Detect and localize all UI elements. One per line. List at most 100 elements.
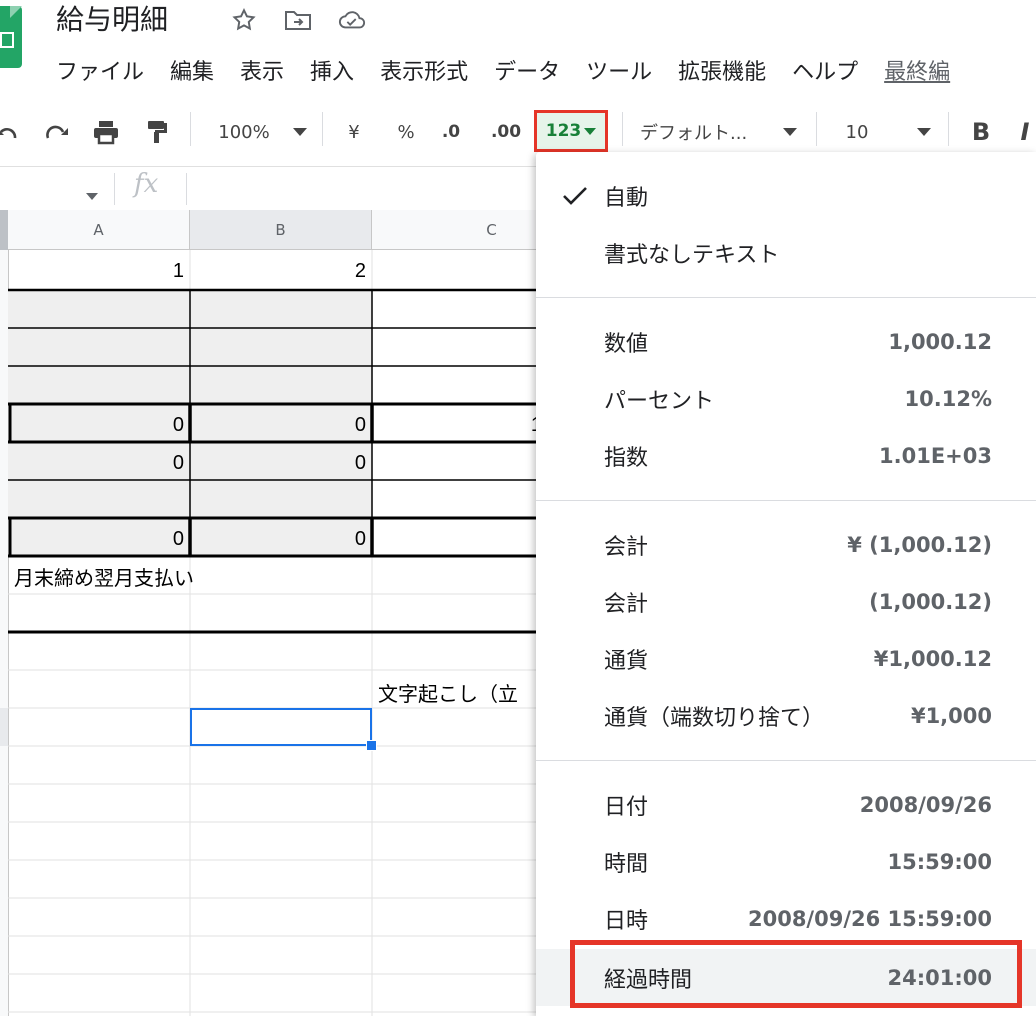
menu-data[interactable]: データ bbox=[494, 54, 560, 86]
menu-help[interactable]: ヘルプ bbox=[792, 54, 858, 86]
formula-input[interactable] bbox=[192, 171, 532, 207]
font-size-select[interactable]: 10 bbox=[842, 110, 872, 154]
sheets-logo-icon[interactable] bbox=[0, 6, 22, 68]
formats-chevron-down-icon bbox=[584, 127, 597, 135]
menu-edit[interactable]: 編集 bbox=[170, 54, 214, 86]
cell-c5[interactable]: 1 bbox=[372, 406, 542, 444]
format-date[interactable]: 日付 2008/09/26 bbox=[536, 776, 1036, 833]
move-folder-icon[interactable] bbox=[284, 6, 312, 34]
menu-view[interactable]: 表示 bbox=[240, 54, 284, 86]
increase-decimal-label: .00 bbox=[490, 122, 522, 142]
format-currency-rounded[interactable]: 通貨（端数切り捨て） ¥1,000 bbox=[536, 687, 1036, 744]
cell-a1[interactable]: 1 bbox=[8, 252, 190, 290]
more-formats-button[interactable]: 123 bbox=[534, 110, 608, 152]
menu-tools[interactable]: ツール bbox=[586, 54, 652, 86]
format-time[interactable]: 時間 15:59:00 bbox=[536, 833, 1036, 890]
cell-b6[interactable]: 0 bbox=[190, 444, 372, 482]
name-box-chevron-down-icon[interactable] bbox=[86, 185, 98, 204]
format-example: 2008/09/26 15:59:00 bbox=[747, 906, 992, 931]
increase-decimal-button[interactable]: .00 bbox=[486, 110, 526, 154]
cell-b5[interactable]: 0 bbox=[190, 406, 372, 444]
format-label: 会計 bbox=[604, 534, 649, 560]
check-icon bbox=[563, 186, 587, 205]
decrease-decimal-label: .0 bbox=[441, 122, 461, 142]
cell-b1[interactable]: 2 bbox=[190, 252, 372, 290]
undo-icon[interactable] bbox=[0, 110, 22, 154]
format-label: 指数 bbox=[604, 445, 649, 471]
format-label: 日付 bbox=[604, 794, 649, 820]
print-icon[interactable] bbox=[88, 110, 124, 154]
format-label: 自動 bbox=[604, 185, 649, 211]
menu-divider bbox=[536, 297, 1036, 298]
more-formats-label: 123 bbox=[545, 121, 582, 141]
format-label: 通貨（端数切り捨て） bbox=[604, 705, 825, 731]
zoom-chevron-down-icon[interactable] bbox=[288, 110, 312, 154]
menu-extensions[interactable]: 拡張機能 bbox=[678, 54, 766, 86]
format-financial[interactable]: 会計 (1,000.12) bbox=[536, 573, 1036, 630]
cell-b8[interactable]: 0 bbox=[190, 520, 372, 558]
format-scientific[interactable]: 指数 1.01E+03 bbox=[536, 427, 1036, 484]
font-size-chevron-down-icon[interactable] bbox=[912, 110, 936, 154]
format-label: 書式なしテキスト bbox=[604, 242, 780, 268]
currency-format-button[interactable]: ¥ bbox=[340, 110, 368, 154]
redo-icon[interactable] bbox=[40, 110, 74, 154]
format-example: 1,000.12 bbox=[888, 329, 992, 354]
format-currency[interactable]: 通貨 ¥1,000.12 bbox=[536, 630, 1036, 687]
select-all-corner[interactable] bbox=[0, 210, 8, 250]
fill-handle[interactable] bbox=[366, 740, 377, 751]
menu-insert[interactable]: 挿入 bbox=[310, 54, 354, 86]
formula-bar: fx bbox=[0, 166, 540, 212]
percent-format-button[interactable]: % bbox=[392, 110, 420, 154]
column-header-a[interactable]: A bbox=[8, 210, 190, 250]
cell-c12[interactable]: 文字起こし（立 bbox=[378, 676, 538, 714]
format-example: ¥1,000 bbox=[910, 703, 992, 728]
menu-divider bbox=[536, 500, 1036, 501]
toolbar-divider bbox=[322, 112, 323, 146]
toolbar-divider bbox=[622, 112, 623, 146]
cell-a5[interactable]: 0 bbox=[8, 406, 190, 444]
bold-button[interactable]: B bbox=[966, 110, 996, 154]
format-datetime[interactable]: 日時 2008/09/26 15:59:00 bbox=[536, 890, 1036, 947]
last-edit-link[interactable]: 最終編 bbox=[884, 54, 950, 86]
highlight-annotation-box bbox=[570, 940, 1022, 1008]
cell-a8[interactable]: 0 bbox=[8, 520, 190, 558]
format-example: (1,000.12) bbox=[869, 589, 992, 614]
format-number[interactable]: 数値 1,000.12 bbox=[536, 313, 1036, 370]
decrease-decimal-button[interactable]: .0 bbox=[436, 110, 466, 154]
italic-button[interactable]: I bbox=[1014, 110, 1036, 154]
toolbar-divider bbox=[816, 112, 817, 146]
selected-cell-b13[interactable] bbox=[190, 708, 372, 746]
menu-file[interactable]: ファイル bbox=[56, 54, 144, 86]
format-auto[interactable]: 自動 bbox=[536, 167, 1036, 224]
cloud-saved-icon[interactable] bbox=[338, 6, 366, 34]
font-family-select[interactable]: デフォルト... bbox=[640, 110, 780, 154]
toolbar-divider bbox=[190, 112, 191, 146]
format-example: ¥1,000.12 bbox=[873, 646, 992, 671]
font-chevron-down-icon[interactable] bbox=[778, 110, 802, 154]
format-example: 15:59:00 bbox=[887, 849, 992, 874]
paint-format-icon[interactable] bbox=[140, 110, 174, 154]
format-label: 時間 bbox=[604, 851, 649, 877]
document-title[interactable]: 給与明細 bbox=[56, 2, 168, 38]
format-example: 10.12% bbox=[904, 386, 992, 411]
column-header-b[interactable]: B bbox=[190, 210, 372, 250]
cell-a9-note[interactable]: 月末締め翌月支払い bbox=[14, 560, 374, 598]
zoom-select[interactable]: 100% bbox=[214, 110, 274, 154]
toolbar: 100% ¥ % .0 .00 デフォルト... 10 B I bbox=[0, 110, 1036, 154]
format-label: 会計 bbox=[604, 591, 649, 617]
menu-divider bbox=[536, 760, 1036, 761]
format-label: 数値 bbox=[604, 331, 649, 357]
menu-format[interactable]: 表示形式 bbox=[380, 54, 468, 86]
format-plain-text[interactable]: 書式なしテキスト bbox=[536, 224, 1036, 281]
star-icon[interactable] bbox=[230, 6, 258, 34]
format-label: パーセント bbox=[604, 388, 715, 414]
formula-divider bbox=[114, 173, 115, 205]
format-percent[interactable]: パーセント 10.12% bbox=[536, 370, 1036, 427]
format-example: ¥ (1,000.12) bbox=[847, 532, 992, 557]
format-accounting[interactable]: 会計 ¥ (1,000.12) bbox=[536, 516, 1036, 573]
format-example: 2008/09/26 bbox=[859, 792, 992, 817]
fx-icon: fx bbox=[134, 169, 159, 199]
spreadsheet-grid: A B C 1 2 0 0 0 0 0 0 月末締め翌月支払い 文字起こし（立 bbox=[0, 210, 612, 1016]
cell-a6[interactable]: 0 bbox=[8, 444, 190, 482]
formula-divider bbox=[186, 173, 187, 205]
